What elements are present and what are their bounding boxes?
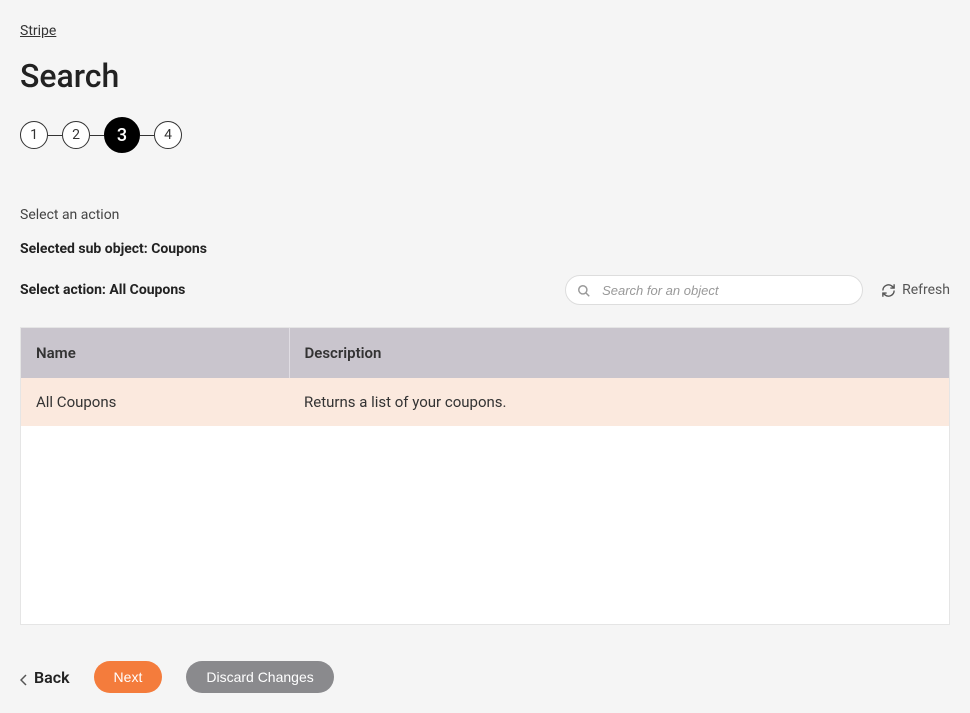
refresh-label: Refresh xyxy=(902,282,950,298)
refresh-icon xyxy=(881,283,896,298)
sub-object-value: Coupons xyxy=(151,241,207,257)
sub-object-prefix: Selected sub object: xyxy=(20,241,151,257)
refresh-button[interactable]: Refresh xyxy=(881,282,950,298)
selected-sub-object: Selected sub object: Coupons xyxy=(20,241,950,257)
select-action: Select action: All Coupons xyxy=(20,282,185,298)
back-label: Back xyxy=(34,668,70,687)
table-row[interactable]: All Coupons Returns a list of your coupo… xyxy=(21,378,949,426)
step-connector xyxy=(48,135,62,136)
step-1[interactable]: 1 xyxy=(20,121,48,149)
next-button[interactable]: Next xyxy=(94,661,163,693)
step-connector xyxy=(140,135,154,136)
step-2[interactable]: 2 xyxy=(62,121,90,149)
search-input[interactable] xyxy=(565,275,863,305)
section-label: Select an action xyxy=(20,207,950,223)
step-connector xyxy=(90,135,104,136)
back-button[interactable]: Back xyxy=(20,668,70,687)
step-4[interactable]: 4 xyxy=(154,121,182,149)
column-header-name[interactable]: Name xyxy=(21,328,289,378)
actions-table: Name Description All Coupons Returns a l… xyxy=(20,327,950,625)
select-action-value: All Coupons xyxy=(109,282,185,298)
chevron-left-icon xyxy=(20,671,28,683)
column-header-description[interactable]: Description xyxy=(289,328,949,378)
table-header-row: Name Description xyxy=(21,328,949,378)
stepper: 1 2 3 4 xyxy=(20,117,950,153)
discard-button[interactable]: Discard Changes xyxy=(186,661,333,693)
footer: Back Next Discard Changes xyxy=(20,661,950,693)
step-3[interactable]: 3 xyxy=(104,117,140,153)
page-title: Search xyxy=(20,57,950,95)
cell-description: Returns a list of your coupons. xyxy=(289,378,949,426)
search-icon xyxy=(577,283,591,297)
search-box xyxy=(565,275,863,305)
breadcrumb-link[interactable]: Stripe xyxy=(20,23,56,39)
cell-name: All Coupons xyxy=(21,378,289,426)
select-action-prefix: Select action: xyxy=(20,282,109,298)
